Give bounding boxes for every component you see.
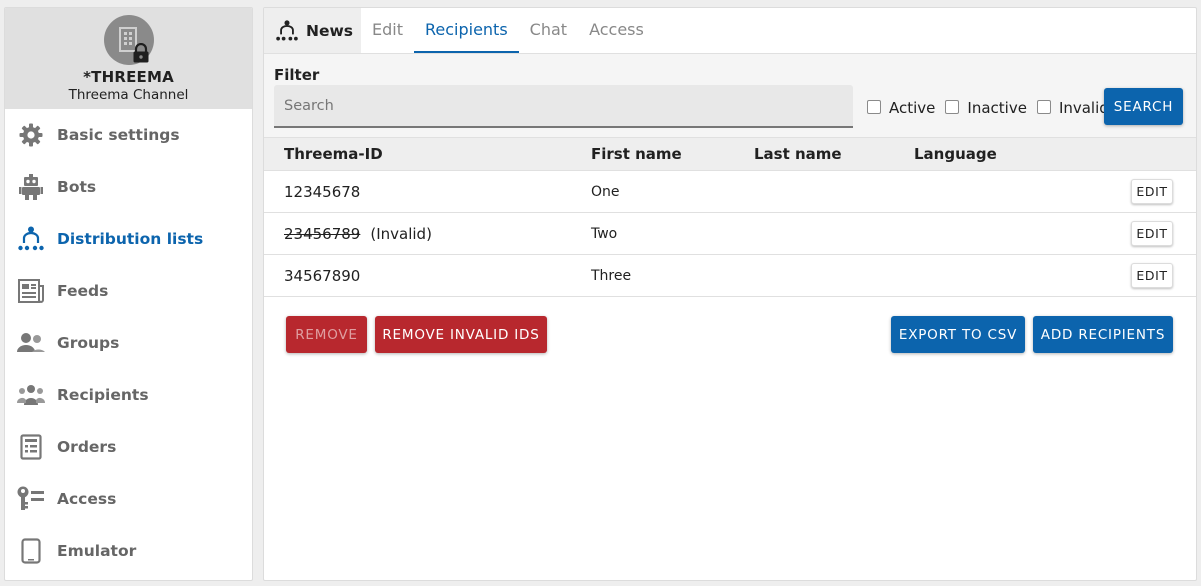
edit-button[interactable]: EDIT — [1131, 221, 1173, 246]
sidebar-item-recipients[interactable]: Recipients — [5, 369, 252, 421]
robot-icon — [17, 173, 45, 201]
checkbox-label: Invalid — [1058, 99, 1109, 117]
remove-button[interactable]: REMOVE — [286, 316, 367, 353]
building-lock-icon — [103, 15, 154, 65]
sidebar-nav: Basic settings Bots Distribution lists F… — [5, 109, 252, 577]
inactive-checkbox[interactable]: Inactive — [945, 99, 1027, 117]
threema-id: 34567890 — [284, 266, 361, 285]
orders-icon — [17, 433, 45, 461]
sidebar-item-label: Basic settings — [57, 126, 180, 144]
groups-icon — [17, 329, 45, 357]
remove-invalid-ids-button[interactable]: REMOVE INVALID IDS — [375, 316, 547, 353]
checkbox-box[interactable] — [1036, 99, 1051, 114]
sidebar-item-label: Orders — [57, 438, 117, 456]
sidebar-item-distribution-lists[interactable]: Distribution lists — [5, 213, 252, 265]
tab-access[interactable]: Access — [578, 8, 655, 53]
key-icon — [17, 485, 45, 513]
feed-icon — [17, 277, 45, 305]
checkbox-label: Inactive — [967, 99, 1027, 117]
invalid-checkbox[interactable]: Invalid — [1036, 99, 1109, 117]
threema-id: 23456789 — [284, 224, 361, 243]
add-recipients-button[interactable]: ADD RECIPIENTS — [1033, 316, 1173, 353]
threema-id: 12345678 — [284, 182, 361, 201]
checkbox-box[interactable] — [945, 99, 960, 114]
recipients-table: Threema-ID First name Last name Language… — [264, 138, 1196, 297]
checkbox-box[interactable] — [867, 99, 881, 114]
filter-label: Filter — [274, 66, 320, 84]
checkbox-label: Active — [889, 99, 936, 117]
main-panel: News Edit Recipients Chat Access Filter … — [263, 7, 1197, 581]
sidebar-item-label: Emulator — [57, 542, 137, 560]
table-row: 12345678 One EDIT — [264, 171, 1196, 213]
first-name-cell: Three — [591, 267, 632, 284]
sidebar-item-emulator[interactable]: Emulator — [5, 525, 252, 577]
sidebar-item-label: Distribution lists — [57, 230, 204, 248]
sidebar-item-label: Access — [57, 490, 117, 508]
gear-icon — [17, 121, 45, 149]
threema-id-cell: 12345678 — [284, 183, 360, 201]
channel-type: Threema Channel — [68, 87, 189, 103]
sidebar: *THREEMA Threema Channel Basic settings — [4, 7, 253, 581]
tab-chat[interactable]: Chat — [519, 8, 578, 53]
filter-panel: Filter Active Inactive Invalid — [264, 54, 1196, 138]
search-input[interactable] — [274, 85, 853, 128]
channel-profile: *THREEMA Threema Channel — [5, 8, 252, 109]
active-checkbox[interactable]: Active — [867, 99, 935, 117]
table-actions: REMOVE REMOVE INVALID IDS EXPORT TO CSV … — [264, 316, 1196, 356]
column-header-threema-id[interactable]: Threema-ID — [284, 145, 383, 163]
table-row: 23456789 (Invalid) Two EDIT — [264, 213, 1196, 255]
column-header-last-name[interactable]: Last name — [754, 145, 842, 163]
phone-icon — [17, 537, 45, 565]
distribution-icon — [17, 225, 45, 253]
invalid-tag: (Invalid) — [370, 224, 432, 243]
first-name-cell: One — [591, 183, 620, 200]
sidebar-item-bots[interactable]: Bots — [5, 161, 252, 213]
sidebar-item-label: Bots — [57, 178, 97, 196]
threema-id-cell: 23456789 (Invalid) — [284, 225, 432, 243]
search-button[interactable]: SEARCH — [1104, 88, 1183, 125]
list-title-text: News — [306, 21, 354, 40]
threema-id-cell: 34567890 — [284, 267, 360, 285]
sidebar-item-basic-settings[interactable]: Basic settings — [5, 109, 252, 161]
edit-button[interactable]: EDIT — [1131, 263, 1173, 288]
sidebar-item-label: Groups — [57, 334, 120, 352]
tab-recipients[interactable]: Recipients — [413, 8, 519, 53]
list-title: News — [264, 8, 361, 53]
sidebar-item-access[interactable]: Access — [5, 473, 252, 525]
sidebar-item-label: Feeds — [57, 282, 109, 300]
status-filters: Active Inactive Invalid — [867, 99, 1119, 117]
distribution-icon — [276, 19, 298, 42]
tab-bar: News Edit Recipients Chat Access — [264, 8, 1196, 54]
first-name-cell: Two — [591, 225, 618, 242]
export-csv-button[interactable]: EXPORT TO CSV — [891, 316, 1025, 353]
sidebar-item-feeds[interactable]: Feeds — [5, 265, 252, 317]
recipients-icon — [17, 381, 45, 409]
tab-edit[interactable]: Edit — [361, 8, 414, 53]
column-header-language[interactable]: Language — [914, 145, 997, 163]
sidebar-item-label: Recipients — [57, 386, 149, 404]
table-header: Threema-ID First name Last name Language — [264, 138, 1196, 171]
column-header-first-name[interactable]: First name — [591, 145, 682, 163]
sidebar-item-groups[interactable]: Groups — [5, 317, 252, 369]
table-row: 34567890 Three EDIT — [264, 255, 1196, 297]
channel-name: *THREEMA — [83, 68, 174, 86]
sidebar-item-orders[interactable]: Orders — [5, 421, 252, 473]
edit-button[interactable]: EDIT — [1131, 179, 1173, 204]
